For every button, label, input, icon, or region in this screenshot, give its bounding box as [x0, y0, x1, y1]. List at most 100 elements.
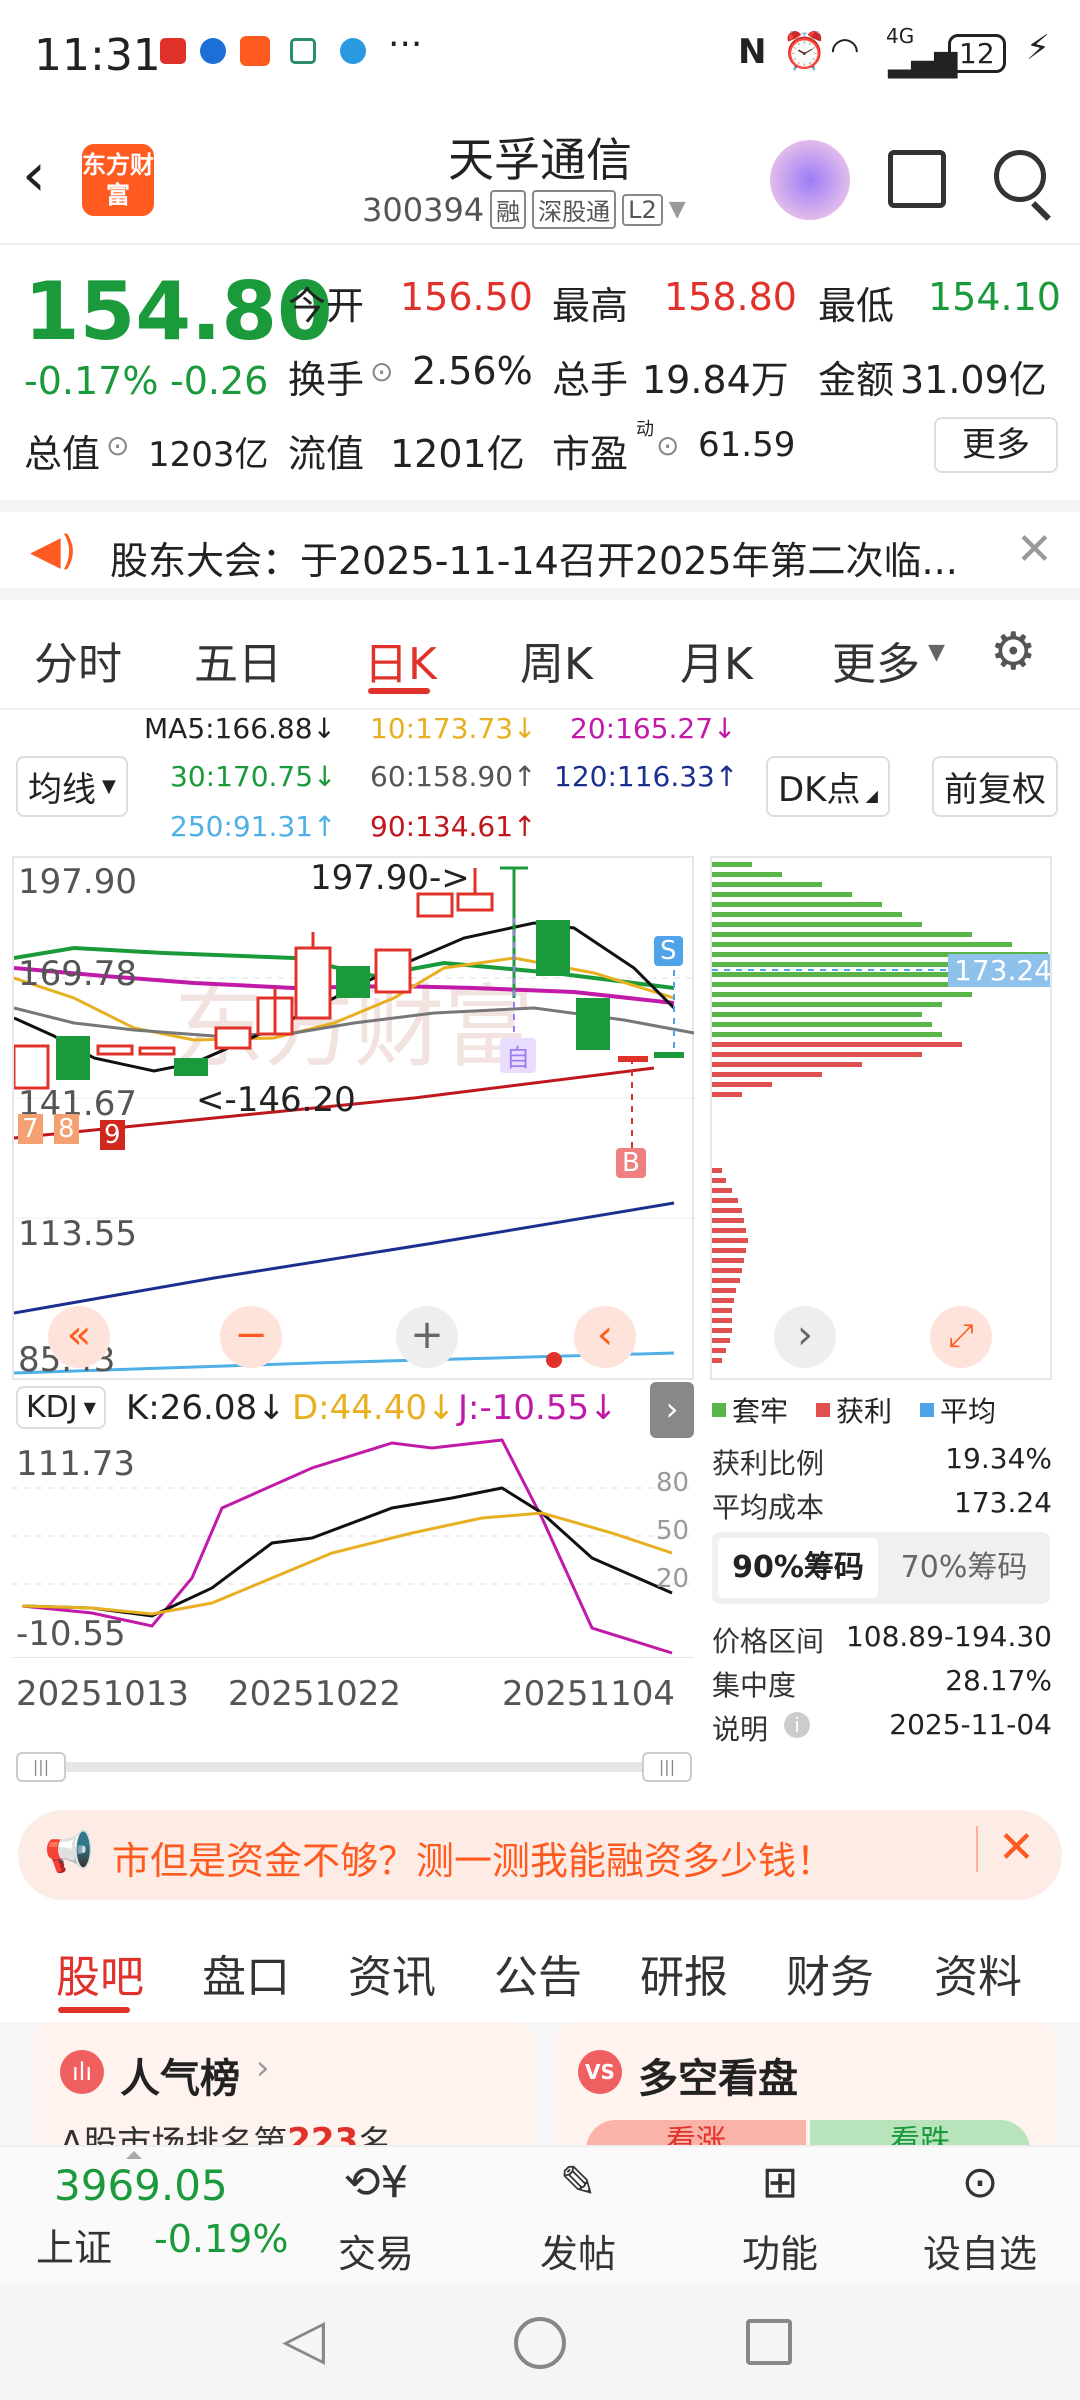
tab-monthly-k[interactable]: 月K	[680, 628, 753, 692]
info-icon[interactable]: ⊙	[106, 429, 129, 462]
scroll-handle-right[interactable]: |||	[642, 1752, 692, 1782]
bullish-button[interactable]: 看涨	[586, 2120, 806, 2146]
dk-button[interactable]: DK点 ◢	[766, 756, 890, 817]
notice-bar[interactable]: ◀) 股东大会：于2025-11-14召开2025年第二次临... ✕	[0, 500, 1080, 600]
tab-5day[interactable]: 五日	[194, 628, 282, 692]
kdj-chart[interactable]: 111.73 -10.55 80 50 20	[12, 1438, 694, 1658]
add-watchlist-button[interactable]: ⊙ 设自选	[900, 2157, 1060, 2278]
turnover-label: 换手	[288, 358, 365, 402]
app-icon	[240, 36, 270, 66]
buy-tag[interactable]: B	[616, 1148, 646, 1178]
close-icon[interactable]: ✕	[998, 1822, 1035, 1873]
high-label: 最高	[552, 284, 629, 328]
seq-9: 9	[100, 1120, 125, 1150]
tab-more[interactable]: 更多	[832, 628, 920, 692]
trade-button[interactable]: ⟲¥ 交易	[296, 2157, 456, 2278]
share-icon[interactable]	[888, 150, 946, 208]
kdj-selector[interactable]: KDJ ▼	[16, 1386, 106, 1429]
tab-profile[interactable]: 资料	[934, 1941, 1022, 2005]
y-label-top: 197.90	[18, 862, 137, 902]
more-circle-icon: ⊙	[961, 2157, 999, 2208]
self-select-tag[interactable]: 自	[500, 1038, 536, 1073]
kdj-ymax: 111.73	[16, 1444, 135, 1484]
step-back-button[interactable]: ‹	[574, 1306, 636, 1368]
back-button[interactable]: ‹	[22, 140, 46, 210]
tab-chip-70[interactable]: 70%筹码	[884, 1538, 1044, 1598]
functions-button[interactable]: ⊞ 功能	[700, 2157, 860, 2278]
dropdown-icon: ▼	[102, 776, 116, 797]
forward-button[interactable]: ›	[774, 1306, 836, 1368]
tab-daily-k[interactable]: 日K	[364, 628, 437, 692]
price-change: -0.26	[170, 359, 269, 403]
price-adjust-button[interactable]: 前复权	[932, 756, 1058, 817]
tab-order-book[interactable]: 盘口	[202, 1941, 290, 2005]
amount-label: 金额	[818, 358, 895, 402]
content-tabs: 股吧 盘口 资讯 公告 研报 财务 资料	[0, 1915, 1080, 2015]
y-label-4: 113.55	[18, 1214, 137, 1254]
concentration-label: 集中度	[712, 1669, 797, 1702]
zoom-in-button[interactable]: +	[396, 1306, 458, 1368]
kdj-level-50: 50	[656, 1516, 690, 1546]
kdj-d: D:44.40↓	[292, 1388, 456, 1428]
ma5-label: MA5:166.88↓	[144, 712, 336, 745]
tab-chip-90[interactable]: 90%筹码	[718, 1538, 878, 1598]
info-icon[interactable]: ⊙	[656, 429, 679, 462]
financing-ad-banner[interactable]: 📢 市但是资金不够？测一测我能融资多少钱！ ✕	[18, 1810, 1062, 1900]
info-icon[interactable]: ⊙	[370, 355, 393, 388]
tab-news[interactable]: 资讯	[348, 1941, 436, 2005]
expand-icon[interactable]: ⤢	[930, 1306, 992, 1368]
rewind-button[interactable]: «	[48, 1306, 110, 1368]
ma120-label: 120:116.33↑	[554, 760, 739, 793]
tab-research[interactable]: 研报	[640, 1941, 728, 2005]
tab-announcements[interactable]: 公告	[494, 1941, 582, 2005]
nav-back-icon[interactable]: ◁	[282, 2307, 325, 2372]
add-watchlist-label: 设自选	[922, 2232, 1037, 2276]
quote-panel: 154.80 -0.17% -0.26 今开 156.50 最高 158.80 …	[0, 245, 1080, 495]
ma-selector[interactable]: 均线 ▼	[16, 756, 128, 817]
tab-forum[interactable]: 股吧	[56, 1941, 144, 2005]
avg-cost-label: 平均成本	[712, 1491, 825, 1524]
expand-right-button[interactable]: ›	[650, 1382, 694, 1438]
stock-name: 天孚通信	[448, 133, 632, 187]
tab-financials[interactable]: 财务	[786, 1941, 874, 2005]
legend-avg: 平均	[940, 1395, 997, 1428]
post-button[interactable]: ✎ 发帖	[498, 2157, 658, 2278]
chip-distribution[interactable]: 173.24 › ⤢	[710, 856, 1052, 1380]
info-icon[interactable]: i	[784, 1712, 810, 1738]
more-button[interactable]: 更多	[934, 417, 1058, 473]
date-label-start: 20251013	[16, 1674, 190, 1714]
search-icon[interactable]	[994, 150, 1046, 202]
turnover-value: 2.56%	[412, 349, 533, 393]
index-widget[interactable]: 3969.05 上证 -0.19%	[26, 2151, 288, 2281]
tab-indicator	[58, 2007, 130, 2013]
tab-timeshare[interactable]: 分时	[34, 628, 122, 692]
tab-weekly-k[interactable]: 周K	[520, 628, 593, 692]
zoom-out-button[interactable]: −	[220, 1306, 282, 1368]
assistant-avatar[interactable]	[770, 140, 850, 220]
chip-tab-bar: 90%筹码 70%筹码	[712, 1532, 1050, 1604]
stock-code: 300394	[362, 190, 485, 229]
nav-recents-icon[interactable]	[746, 2319, 792, 2365]
bottom-toolbar: 3969.05 上证 -0.19% ⟲¥ 交易 ✎ 发帖 ⊞ 功能 ⊙ 设自选	[0, 2145, 1080, 2285]
stock-code-row[interactable]: 300394 融 深股通 L2 ▼	[362, 190, 686, 229]
bearish-button[interactable]: 看跌	[810, 2120, 1030, 2146]
vs-icon: VS	[578, 2050, 622, 2094]
kline-chart[interactable]: 东方财富 197.90 169.78 141.67 113.55 197.90-…	[12, 856, 696, 1380]
index-value: 3969.05	[54, 2161, 228, 2210]
settings-icon[interactable]: ⚙	[990, 622, 1037, 682]
bull-bear-card[interactable]: VS 多空看盘 看涨 看跌	[556, 2022, 1056, 2146]
kdj-ymin: -10.55	[16, 1614, 126, 1654]
kdj-selector-label: KDJ	[26, 1390, 78, 1425]
range-scrollbar[interactable]: ||| |||	[16, 1752, 692, 1782]
close-icon[interactable]: ✕	[1016, 524, 1053, 575]
y-label-2: 169.78	[18, 954, 137, 994]
popularity-card[interactable]: ılı 人气榜 › A股市场排名第 223 名	[34, 2022, 534, 2146]
nav-home-icon[interactable]	[514, 2317, 566, 2369]
bull-bear-title: 多空看盘	[638, 2056, 798, 2102]
search-icon-handle	[1031, 201, 1051, 221]
chip-svg	[712, 862, 1050, 1363]
scroll-handle-left[interactable]: |||	[16, 1752, 66, 1782]
functions-label: 功能	[741, 2232, 818, 2276]
legend-swatch-trapped	[712, 1403, 726, 1417]
sell-tag[interactable]: S	[654, 936, 683, 966]
